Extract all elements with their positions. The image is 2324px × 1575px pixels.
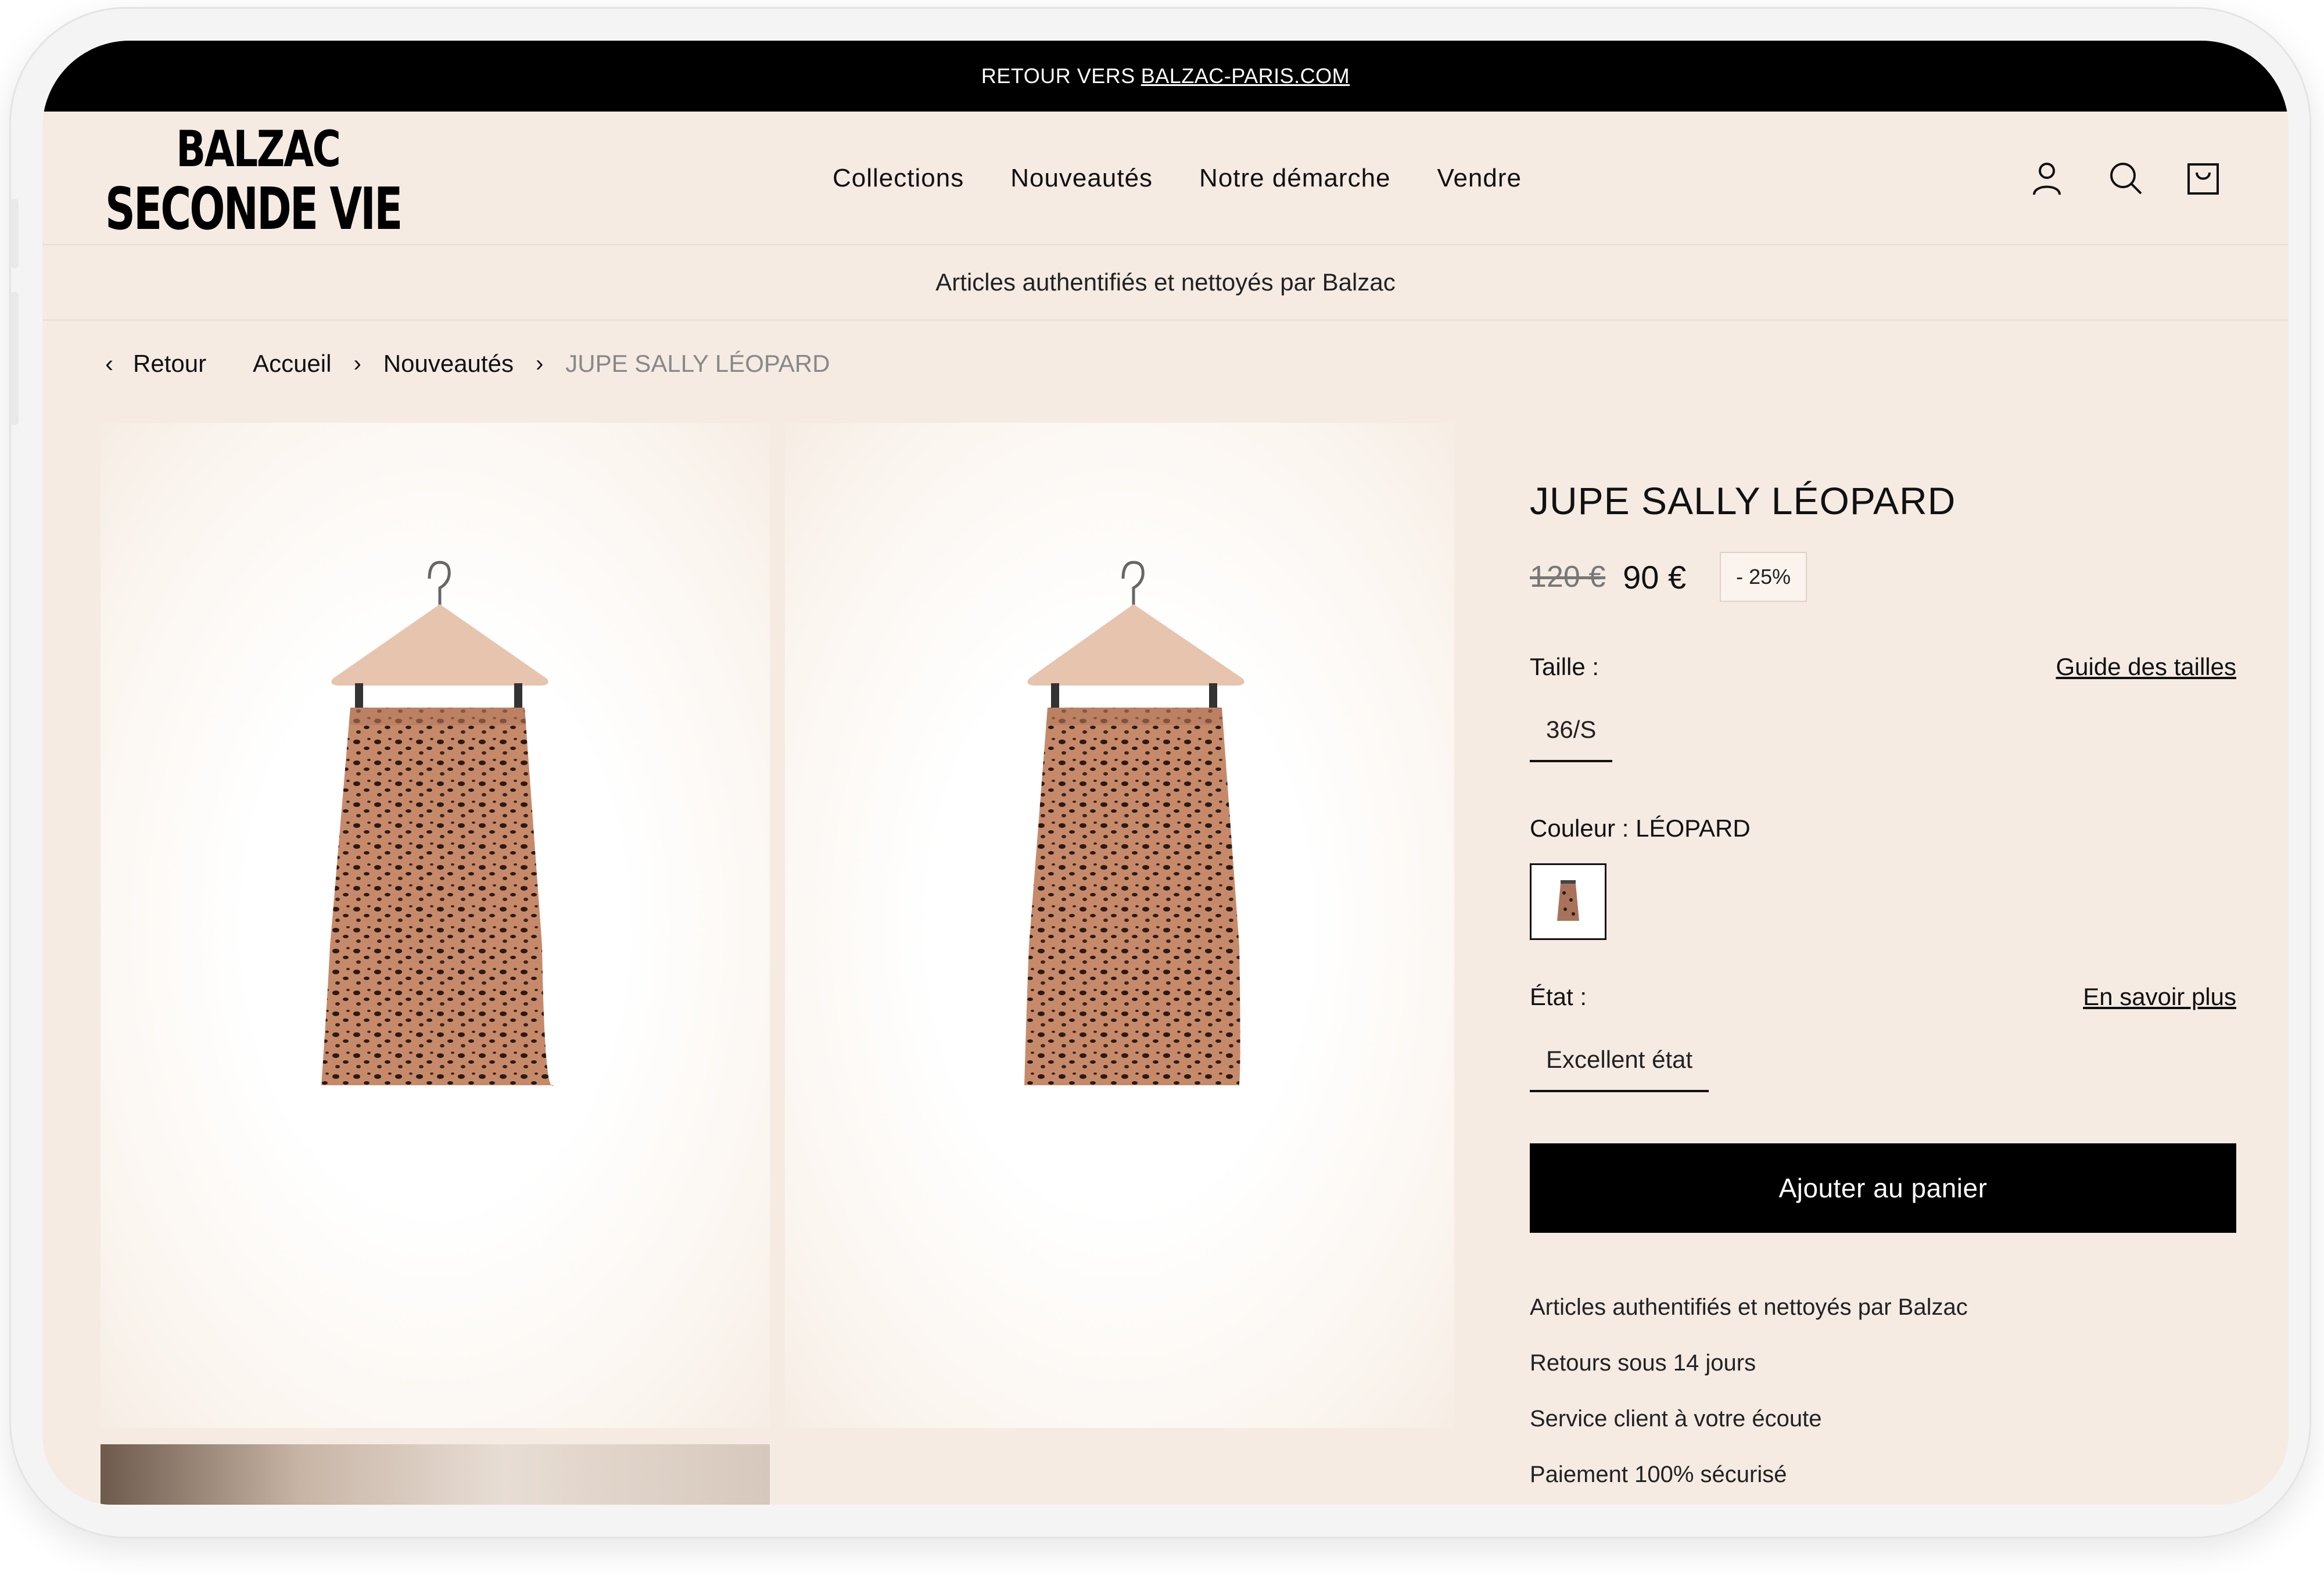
perk-item: Paiement 100% sécurisé bbox=[1530, 1462, 1787, 1487]
color-swatch[interactable] bbox=[1530, 863, 1606, 940]
leopard-swatch-image bbox=[1557, 880, 1579, 921]
search-icon[interactable] bbox=[2108, 161, 2142, 196]
site-header: BALZAC SECONDE VIE Collections Nouveauté… bbox=[42, 112, 2289, 245]
product-title: JUPE SALLY LÉOPARD bbox=[1530, 479, 1956, 522]
product-photo-worn[interactable] bbox=[101, 1444, 770, 1505]
cart-icon[interactable] bbox=[2186, 161, 2219, 196]
breadcrumb: ‹ Retour Accueil › Nouveautés › JUPE SAL… bbox=[105, 350, 830, 378]
perks-list: Articles authentifiés et nettoyés par Ba… bbox=[1530, 1294, 2236, 1488]
back-label: Retour bbox=[133, 350, 207, 377]
site-logo[interactable]: BALZAC SECONDE VIE bbox=[105, 124, 516, 238]
discount-badge: - 25% bbox=[1720, 552, 1807, 602]
color-label: Couleur : LÉOPARD bbox=[1530, 815, 1751, 842]
old-price: 120 € bbox=[1530, 560, 1606, 594]
add-to-cart-button[interactable]: Ajouter au panier bbox=[1530, 1143, 2236, 1233]
announcement-text: RETOUR VERS bbox=[981, 64, 1135, 88]
main-nav: Collections Nouveautés Notre démarche Ve… bbox=[833, 112, 1522, 245]
breadcrumb-nouveautes[interactable]: Nouveautés bbox=[383, 350, 514, 378]
header-actions bbox=[2031, 112, 2219, 245]
perk-item: Retours sous 14 jours bbox=[1530, 1350, 1756, 1376]
price-row: 120 € 90 € - 25% bbox=[1530, 552, 2236, 602]
product-info: JUPE SALLY LÉOPARD 120 € 90 € - 25% Tail… bbox=[1530, 423, 2236, 1505]
nav-vendre[interactable]: Vendre bbox=[1437, 164, 1522, 193]
color-row: Couleur : LÉOPARD bbox=[1530, 815, 2236, 842]
trust-strip: Articles authentifiés et nettoyés par Ba… bbox=[42, 245, 2289, 321]
size-label: Taille : bbox=[1530, 653, 1599, 680]
chevron-left-icon: ‹ bbox=[105, 350, 113, 377]
condition-more-link[interactable]: En savoir plus bbox=[2083, 983, 2236, 1011]
condition-option[interactable]: Excellent état bbox=[1530, 1034, 1709, 1092]
logo-line-2: SECONDE VIE bbox=[105, 175, 403, 243]
product-photo-front[interactable] bbox=[101, 423, 770, 1428]
side-button bbox=[10, 292, 19, 425]
condition-label: État : bbox=[1530, 983, 1587, 1010]
back-link[interactable]: ‹ Retour bbox=[105, 350, 206, 378]
nav-collections[interactable]: Collections bbox=[833, 164, 964, 193]
skirt-on-hanger-image bbox=[1024, 561, 1245, 1086]
account-icon[interactable] bbox=[2031, 161, 2063, 196]
balzac-paris-link[interactable]: BALZAC-PARIS.COM bbox=[1141, 64, 1350, 88]
perk-item: Service client à votre écoute bbox=[1530, 1406, 1822, 1432]
size-option[interactable]: 36/S bbox=[1530, 704, 1613, 762]
nav-nouveautes[interactable]: Nouveautés bbox=[1010, 164, 1153, 193]
chevron-right-icon: › bbox=[535, 350, 544, 376]
current-price: 90 € bbox=[1623, 558, 1687, 595]
skirt-on-hanger-image bbox=[321, 561, 554, 1086]
perk-item: Articles authentifiés et nettoyés par Ba… bbox=[1530, 1294, 1968, 1320]
announcement-bar: RETOUR VERS BALZAC-PARIS.COM bbox=[42, 41, 2289, 112]
size-row: Taille : Guide des tailles bbox=[1530, 653, 2236, 681]
condition-row: État : En savoir plus bbox=[1530, 983, 2236, 1011]
breadcrumb-home[interactable]: Accueil bbox=[253, 350, 331, 378]
logo-line-1: BALZAC bbox=[176, 120, 341, 178]
nav-notre-demarche[interactable]: Notre démarche bbox=[1199, 164, 1390, 193]
breadcrumb-current: JUPE SALLY LÉOPARD bbox=[565, 350, 830, 377]
size-guide-link[interactable]: Guide des tailles bbox=[2056, 653, 2236, 681]
chevron-right-icon: › bbox=[353, 350, 361, 376]
tablet-screen: RETOUR VERS BALZAC-PARIS.COM BALZAC SECO… bbox=[42, 41, 2289, 1505]
side-button bbox=[10, 199, 19, 268]
product-photo-back[interactable] bbox=[785, 423, 1454, 1428]
